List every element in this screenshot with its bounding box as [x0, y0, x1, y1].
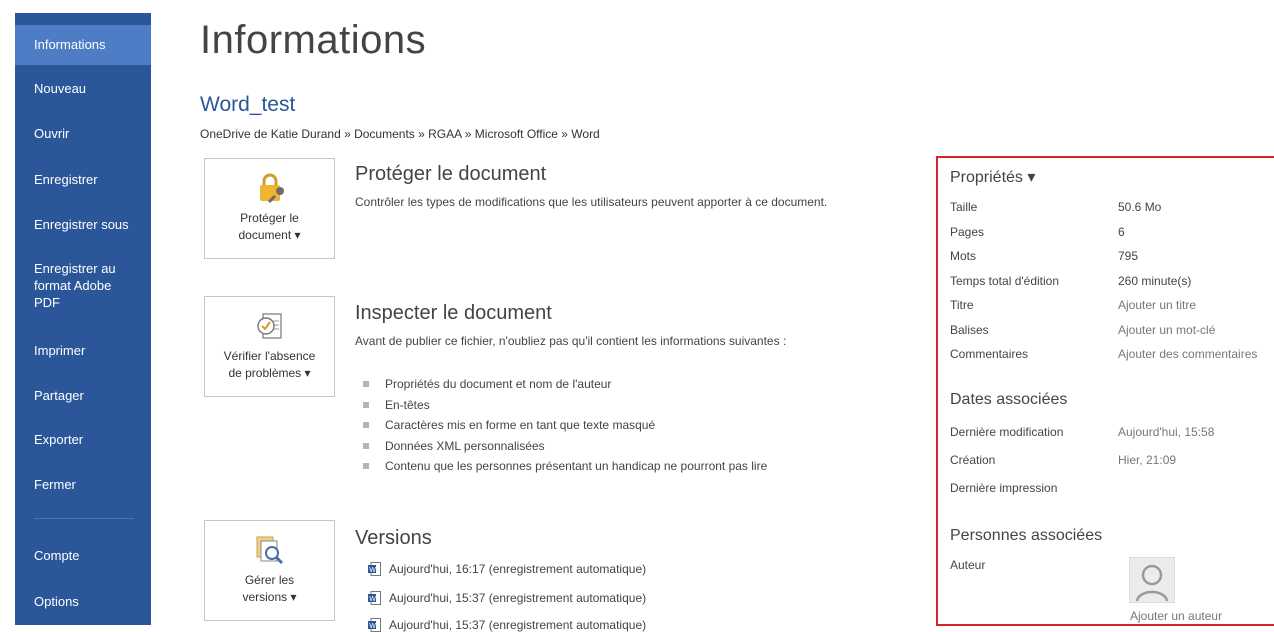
nav-imprimer[interactable]: Imprimer: [15, 342, 151, 359]
bullet-square-icon: [363, 422, 369, 428]
last-modified-value: Aujourd'hui, 15:58: [1118, 425, 1215, 439]
person-placeholder-icon: [1128, 556, 1176, 604]
protect-document-button[interactable]: Protéger le document ▾: [204, 158, 335, 259]
properties-heading[interactable]: Propriétés ▾: [950, 167, 1035, 187]
manage-versions-button[interactable]: Gérer les versions ▾: [204, 520, 335, 621]
word-document-icon: W: [368, 562, 381, 576]
prop-label: Taille: [950, 200, 978, 214]
title-field[interactable]: Ajouter un titre: [1118, 298, 1196, 312]
prop-value-size: 50.6 Mo: [1118, 200, 1162, 214]
word-document-icon: W: [368, 591, 381, 605]
bullet-square-icon: [363, 401, 369, 408]
nav-nouveau[interactable]: Nouveau: [15, 80, 151, 97]
breadcrumb[interactable]: OneDrive de Katie Durand » Documents » R…: [200, 127, 600, 141]
prop-label: Balises: [950, 323, 989, 337]
inspect-description: Avant de publier ce fichier, n'oubliez p…: [355, 334, 787, 348]
inspect-document-icon: [256, 313, 282, 339]
add-author-link[interactable]: Ajouter un auteur: [1130, 609, 1222, 623]
prop-label: Dernière impression: [950, 481, 1058, 495]
nav-partager[interactable]: Partager: [15, 387, 151, 404]
check-issues-label-2: de problèmes ▾: [228, 366, 311, 380]
inspect-title: Inspecter le document: [355, 302, 552, 324]
nav-exporter[interactable]: Exporter: [15, 431, 151, 448]
version-item[interactable]: W Aujourd'hui, 16:17 (enregistrement auto…: [368, 562, 646, 576]
tags-field[interactable]: Ajouter un mot-clé: [1118, 323, 1215, 337]
bullet-square-icon: [363, 381, 369, 387]
nav-informations[interactable]: Informations: [15, 25, 151, 65]
created-value: Hier, 21:09: [1118, 453, 1177, 467]
bullet-square-icon: [363, 463, 369, 469]
backstage-sidebar: Informations Nouveau Ouvrir Enregistrer …: [15, 13, 151, 625]
manage-versions-label-2: versions ▾: [242, 590, 297, 604]
version-item[interactable]: W Aujourd'hui, 15:37 (enregistrement auto…: [368, 618, 646, 632]
check-issues-button[interactable]: Vérifier l'absence de problèmes ▾: [204, 296, 335, 397]
svg-text:W: W: [369, 596, 376, 603]
svg-text:W: W: [369, 623, 376, 630]
list-item: En-têtes: [363, 395, 767, 416]
prop-label: Pages: [950, 225, 985, 239]
list-item: Caractères mis en forme en tant que text…: [363, 415, 767, 436]
word-document-icon: W: [368, 618, 381, 632]
prop-label: Création: [950, 453, 996, 467]
sidebar-divider: [34, 518, 134, 519]
protect-button-label-1: Protéger le: [240, 211, 299, 225]
author-avatar: [1128, 556, 1176, 604]
nav-compte[interactable]: Compte: [15, 547, 151, 564]
list-item: Contenu que les personnes présentant un …: [363, 456, 767, 477]
document-name: Word_test: [200, 93, 296, 116]
prop-value-words: 795: [1118, 249, 1139, 263]
nav-enregistrer[interactable]: Enregistrer: [15, 171, 151, 188]
nav-enregistrer-sous[interactable]: Enregistrer sous: [15, 216, 151, 233]
prop-label: Mots: [950, 249, 977, 263]
page-title: Informations: [200, 18, 427, 62]
protect-button-label-2: document ▾: [238, 228, 301, 242]
dates-heading: Dates associées: [950, 391, 1068, 408]
prop-value-pages: 6: [1118, 225, 1125, 239]
properties-panel: Propriétés ▾ Taille 50.6 Mo Pages 6 Mots…: [936, 156, 1274, 626]
nav-fermer[interactable]: Fermer: [15, 476, 151, 493]
check-issues-label-1: Vérifier l'absence: [223, 349, 316, 363]
list-item: Données XML personnalisées: [363, 436, 767, 457]
list-item: Propriétés du document et nom de l'auteu…: [363, 374, 767, 395]
inspect-items-list: Propriétés du document et nom de l'auteu…: [363, 374, 767, 477]
comments-field[interactable]: Ajouter des commentaires: [1118, 347, 1257, 361]
nav-options[interactable]: Options: [15, 593, 151, 610]
protect-title: Protéger le document: [355, 163, 547, 185]
manage-versions-label-1: Gérer les: [244, 573, 295, 587]
lock-key-icon: [259, 173, 284, 204]
prop-label: Commentaires: [950, 347, 1029, 361]
versions-search-icon: [256, 536, 283, 565]
versions-title: Versions: [355, 527, 432, 549]
prop-label: Titre: [950, 298, 974, 312]
prop-label: Temps total d'édition: [950, 274, 1060, 288]
version-item[interactable]: W Aujourd'hui, 15:37 (enregistrement auto…: [368, 591, 646, 605]
nav-ouvrir[interactable]: Ouvrir: [15, 125, 151, 142]
nav-enregistrer-pdf[interactable]: Enregistrer au format Adobe PDF: [15, 260, 125, 311]
prop-label: Dernière modification: [950, 425, 1064, 439]
prop-label: Auteur: [950, 558, 986, 572]
svg-text:W: W: [369, 567, 376, 574]
bullet-square-icon: [363, 442, 369, 449]
prop-value-edit-time: 260 minute(s): [1118, 274, 1192, 288]
people-heading: Personnes associées: [950, 527, 1103, 544]
protect-description: Contrôler les types de modifications que…: [355, 195, 828, 209]
